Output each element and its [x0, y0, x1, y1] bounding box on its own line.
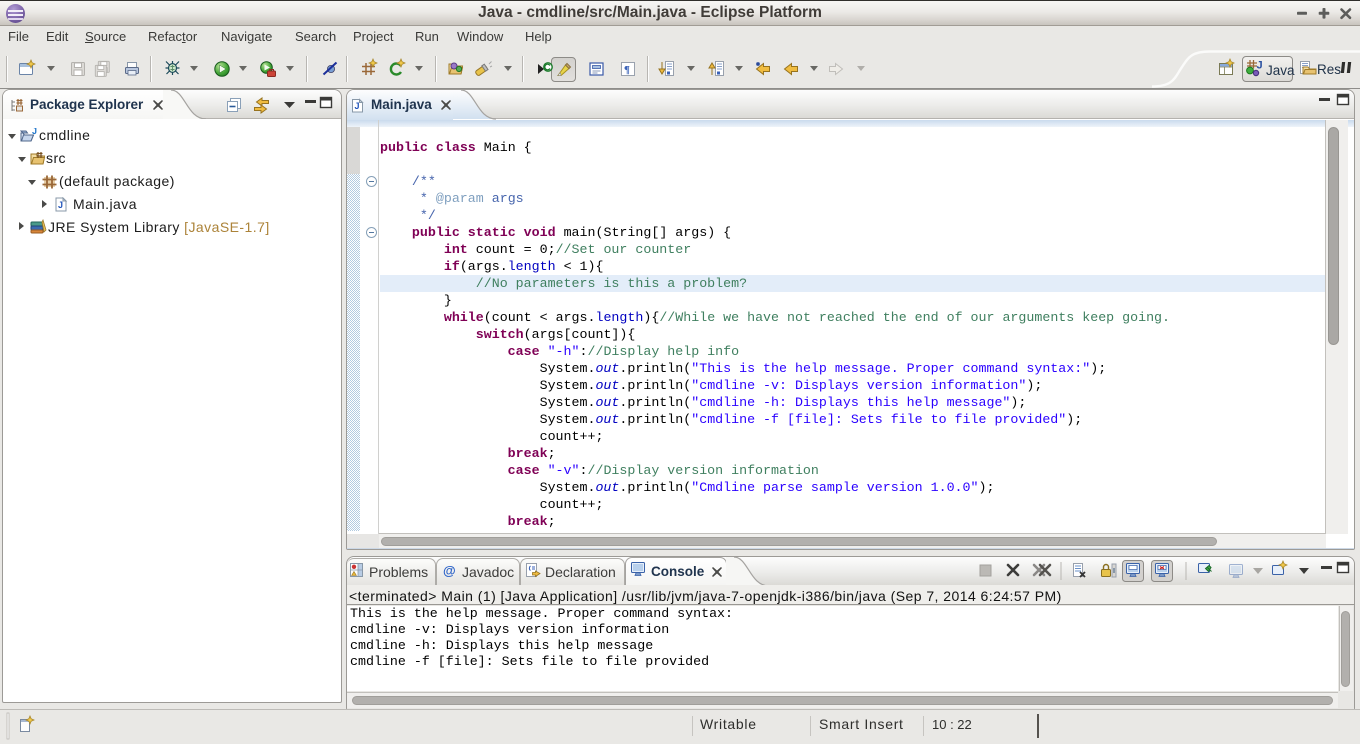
svg-text:J: J	[1257, 60, 1263, 72]
svg-text:Res: Res	[1317, 62, 1341, 77]
svg-text:¶: ¶	[624, 64, 630, 76]
svg-text:J: J	[355, 101, 360, 111]
svg-text:@: @	[443, 563, 456, 578]
svg-text:Java: Java	[1266, 63, 1295, 78]
